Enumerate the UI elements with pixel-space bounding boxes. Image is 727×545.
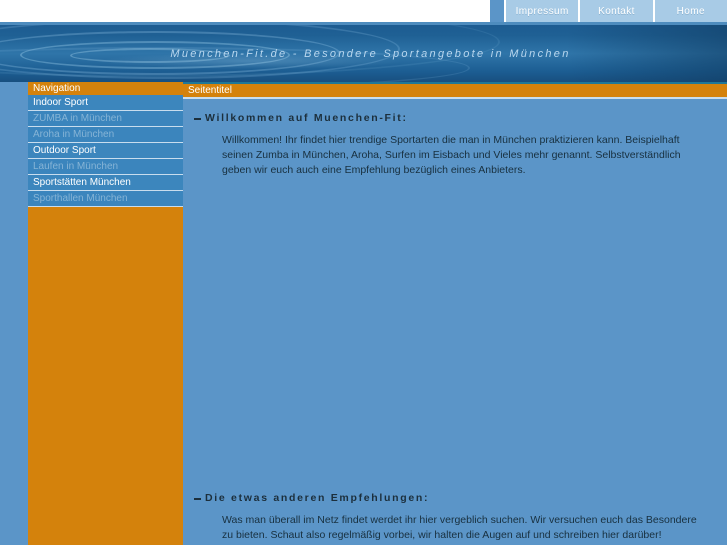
left-gutter bbox=[0, 82, 28, 545]
topnav-item-home[interactable]: Home bbox=[654, 0, 727, 22]
page-root: Impressum Kontakt Home Muenchen-Fit.de -… bbox=[0, 0, 727, 545]
collapse-minus-icon[interactable] bbox=[194, 118, 201, 120]
top-navigation: Impressum Kontakt Home bbox=[504, 0, 727, 22]
main-content: Seitentitel Willkommen auf Muenchen-Fit:… bbox=[183, 82, 727, 545]
sidebar-item-aroha-in-muenchen[interactable]: Aroha in München bbox=[28, 127, 183, 143]
section-heading[interactable]: Willkommen auf Muenchen-Fit: bbox=[183, 112, 727, 124]
section-body-text: Willkommen! Ihr findet hier trendige Spo… bbox=[222, 134, 681, 176]
topnav-item-impressum[interactable]: Impressum bbox=[504, 0, 581, 22]
sidebar-item-sporthallen-muenchen[interactable]: Sporthallen München bbox=[28, 191, 183, 207]
section-body-text: Was man überall im Netz findet werdet ih… bbox=[222, 514, 697, 541]
sidebar-item-zumba-in-muenchen[interactable]: ZUMBA in München bbox=[28, 111, 183, 127]
section-heading[interactable]: Die etwas anderen Empfehlungen: bbox=[183, 492, 727, 504]
content-wrapper: Navigation Indoor Sport ZUMBA in München… bbox=[0, 82, 727, 545]
sidebar-item-outdoor-sport[interactable]: Outdoor Sport bbox=[28, 143, 183, 159]
banner-title: Muenchen-Fit.de - Besondere Sportangebot… bbox=[170, 47, 571, 60]
top-bar: Impressum Kontakt Home bbox=[0, 0, 727, 22]
section-heading-label: Die etwas anderen Empfehlungen: bbox=[205, 492, 430, 504]
topnav-item-kontakt[interactable]: Kontakt bbox=[580, 0, 655, 22]
page-title: Seitentitel bbox=[183, 84, 727, 97]
sidebar: Navigation Indoor Sport ZUMBA in München… bbox=[28, 82, 183, 545]
sidebar-item-laufen-in-muenchen[interactable]: Laufen in München bbox=[28, 159, 183, 175]
section-heading-label: Willkommen auf Muenchen-Fit: bbox=[205, 112, 408, 124]
page-title-underline bbox=[183, 97, 727, 99]
collapse-minus-icon[interactable] bbox=[194, 498, 201, 500]
section-empfehlungen: Die etwas anderen Empfehlungen: Was man … bbox=[183, 492, 727, 543]
sidebar-item-sportstaetten-muenchen[interactable]: Sportstätten München bbox=[28, 175, 183, 191]
site-banner: Muenchen-Fit.de - Besondere Sportangebot… bbox=[0, 25, 727, 82]
sidebar-nav-list: Indoor Sport ZUMBA in München Aroha in M… bbox=[28, 95, 183, 207]
section-willkommen: Willkommen auf Muenchen-Fit: Willkommen!… bbox=[183, 112, 727, 178]
top-bar-blue-spacer bbox=[490, 0, 504, 22]
sidebar-item-indoor-sport[interactable]: Indoor Sport bbox=[28, 95, 183, 111]
sidebar-header: Navigation bbox=[28, 82, 183, 95]
